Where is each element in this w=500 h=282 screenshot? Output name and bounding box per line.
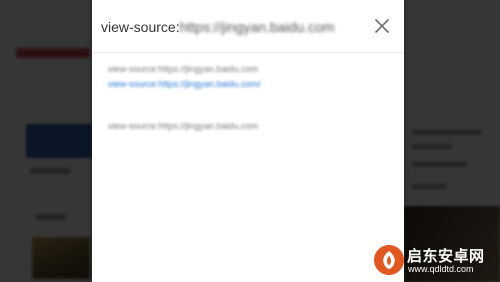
dialog-title-host: https://jingyan.baidu.com (179, 19, 335, 35)
source-line: view-source:https://jingyan.baidu.com (108, 64, 259, 74)
brand-url: www.qdldtd.com (408, 264, 474, 274)
brand-watermark: 启东安卓网 www.qdldtd.com (372, 244, 500, 282)
source-line: view-source:https://jingyan.baidu.com (108, 121, 259, 131)
source-link[interactable]: view-source:https://jingyan.baidu.com/ (108, 79, 261, 89)
view-source-dialog: view-source:https://jingyan.baidu.com vi… (92, 0, 404, 282)
dialog-title: view-source:https://jingyan.baidu.com (101, 19, 334, 35)
close-icon (375, 19, 389, 33)
brand-logo-icon (374, 245, 404, 275)
dialog-title-prefix: view-source: (101, 19, 180, 35)
brand-name: 启东安卓网 (407, 248, 485, 265)
dialog-header: view-source:https://jingyan.baidu.com (92, 0, 404, 53)
close-button[interactable] (374, 18, 390, 34)
screen: view-source:https://jingyan.baidu.com vi… (0, 0, 500, 282)
